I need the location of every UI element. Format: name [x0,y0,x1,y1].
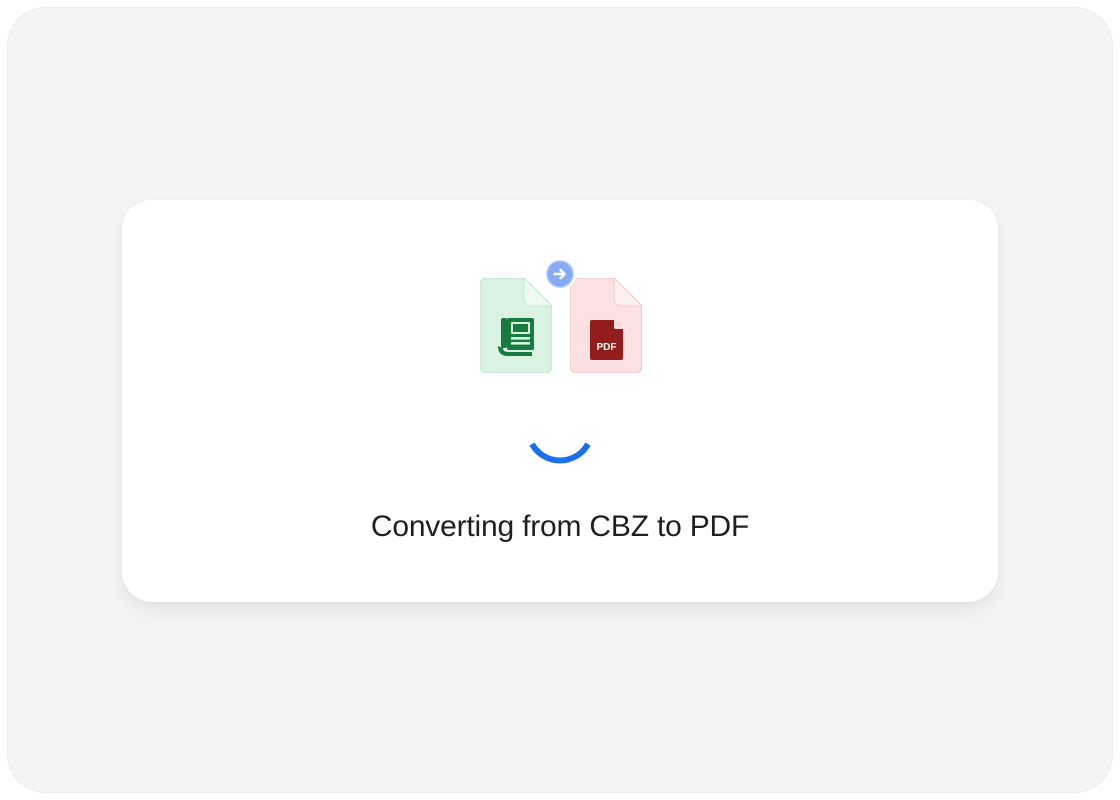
pdf-file-icon: PDF [570,278,642,373]
conversion-card: PDF Converting from CBZ to PDF [122,200,998,602]
loading-spinner-icon [529,442,591,464]
window-frame: PDF Converting from CBZ to PDF [8,8,1112,792]
pdf-icon-label: PDF [597,342,617,353]
conversion-status-text: Converting from CBZ to PDF [370,510,750,543]
arrow-right-icon [544,258,576,290]
conversion-illustration: PDF [122,258,998,388]
comic-book-file-icon [480,278,552,373]
